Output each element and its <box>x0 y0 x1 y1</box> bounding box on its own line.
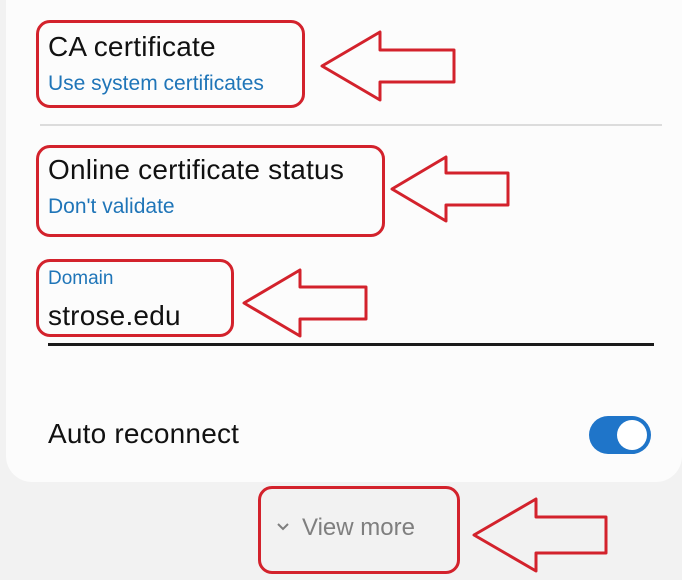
auto-reconnect-toggle[interactable] <box>589 416 651 454</box>
auto-reconnect-label: Auto reconnect <box>48 418 240 449</box>
divider <box>40 124 662 126</box>
annotation-arrow-view-more <box>472 497 608 573</box>
annotation-box-online-certificate-status <box>36 145 385 237</box>
annotation-arrow-online-certificate-status <box>390 155 510 223</box>
annotation-arrow-domain <box>242 268 368 338</box>
annotation-box-domain <box>36 259 234 337</box>
domain-input-underline <box>48 343 654 346</box>
annotation-box-view-more <box>258 486 460 574</box>
annotation-arrow-ca-certificate <box>320 30 456 102</box>
annotation-box-ca-certificate <box>36 20 305 108</box>
toggle-knob <box>617 420 647 450</box>
